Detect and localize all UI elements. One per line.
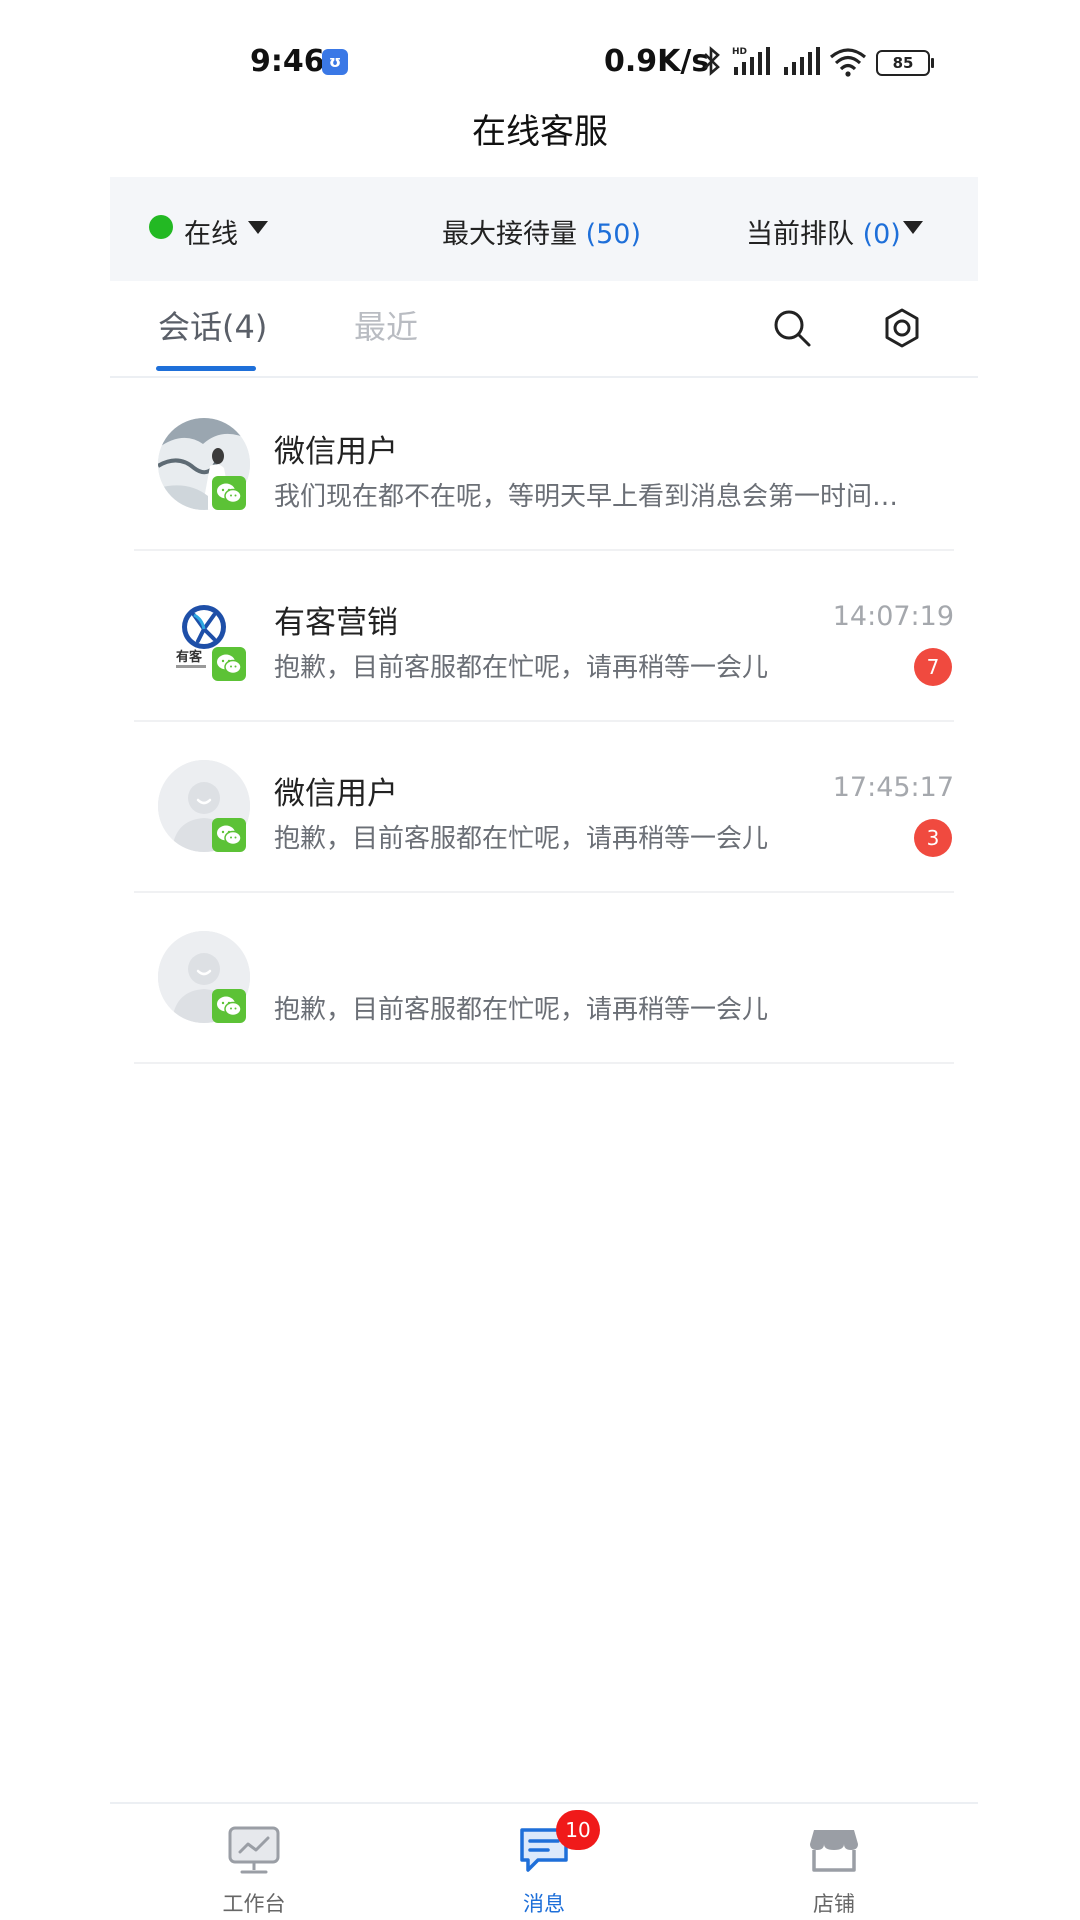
app-notification-icon: ʊ — [322, 49, 348, 75]
conversation-item[interactable]: 微信用户 抱歉，目前客服都在忙呢，请再稍等一会儿 17:45:17 3 — [134, 722, 954, 893]
signal-icon — [784, 47, 820, 75]
wechat-icon — [212, 476, 246, 510]
status-time: 9:46 — [250, 44, 325, 79]
online-status-dot — [149, 215, 173, 239]
network-speed: 0.9K/s — [604, 44, 710, 79]
wechat-icon — [212, 818, 246, 852]
conversation-name: 有客营销 — [274, 605, 398, 641]
monitor-chart-icon — [228, 1826, 280, 1874]
status-icons: HD — [700, 44, 868, 78]
wifi-icon — [829, 48, 867, 77]
active-tab-indicator — [156, 366, 256, 371]
max-receive-value: (50) — [585, 219, 642, 250]
conversation-item[interactable]: 抱歉，目前客服都在忙呢，请再稍等一会儿 — [134, 893, 954, 1064]
wechat-icon — [212, 989, 246, 1023]
tab-recent[interactable]: 最近 — [354, 302, 418, 348]
conversation-name: 微信用户 — [274, 434, 398, 470]
nav-messages-label: 消息 — [523, 1892, 565, 1916]
svg-text:HD: HD — [732, 47, 747, 57]
conversation-list: 微信用户 我们现在都不在呢，等明天早上看到消息会第一时间回复您 有客 有客营销 … — [110, 380, 978, 1064]
nav-workbench[interactable]: 工作台 — [174, 1822, 334, 1918]
search-icon[interactable] — [770, 306, 814, 350]
max-receive-capacity: 最大接待量 (50) — [442, 212, 641, 251]
hd-signal-icon: HD — [732, 47, 770, 75]
settings-icon[interactable] — [880, 306, 924, 350]
conversation-time: 14:07:19 — [832, 601, 954, 632]
wechat-icon — [212, 647, 246, 681]
queue-info: 当前排队 (0) — [746, 212, 901, 251]
service-status-panel: 在线 最大接待量 (50) 当前排队 (0) — [110, 177, 978, 281]
online-status-label: 在线 — [184, 219, 238, 250]
screen: 9:46 ʊ 0.9K/s HD 85 在线客服 在线 最大接待量 (50) 当… — [0, 0, 1080, 1920]
nav-shop[interactable]: 店铺 — [754, 1822, 914, 1918]
conversation-time: 17:45:17 — [832, 772, 954, 803]
messages-count-badge: 10 — [556, 1810, 600, 1850]
conversation-preview: 抱歉，目前客服都在忙呢，请再稍等一会儿 — [274, 653, 769, 683]
battery-icon: 85 — [876, 50, 934, 76]
page-title: 在线客服 — [472, 112, 608, 152]
nav-workbench-label: 工作台 — [222, 1892, 286, 1916]
nav-messages[interactable]: 消息 10 — [464, 1810, 624, 1918]
caret-down-icon — [248, 221, 268, 234]
max-receive-label: 最大接待量 — [442, 219, 577, 250]
conversation-preview: 我们现在都不在呢，等明天早上看到消息会第一时间回复您 — [274, 482, 914, 512]
conversation-item[interactable]: 微信用户 我们现在都不在呢，等明天早上看到消息会第一时间回复您 — [134, 380, 954, 551]
bluetooth-icon — [704, 46, 720, 76]
brand-logo-text: 有客 — [176, 649, 203, 665]
status-bar: 9:46 ʊ 0.9K/s HD 85 — [0, 0, 1080, 110]
conversation-preview: 抱歉，目前客服都在忙呢，请再稍等一会儿 — [274, 824, 769, 854]
nav-shop-label: 店铺 — [813, 1892, 855, 1916]
queue-value: (0) — [862, 219, 901, 250]
conversation-preview: 抱歉，目前客服都在忙呢，请再稍等一会儿 — [274, 995, 769, 1025]
unread-count-badge: 3 — [914, 819, 952, 857]
conversation-name: 微信用户 — [274, 776, 398, 812]
tab-conversations[interactable]: 会话(4) — [158, 302, 267, 348]
shop-icon — [810, 1830, 858, 1872]
conversation-item[interactable]: 有客 有客营销 抱歉，目前客服都在忙呢，请再稍等一会儿 14:07:19 7 — [134, 551, 954, 722]
unread-count-badge: 7 — [914, 648, 952, 686]
bottom-nav: 工作台 消息 10 店铺 — [110, 1802, 978, 1920]
conversation-tabs: 会话(4) 最近 — [110, 282, 978, 378]
queue-label: 当前排队 — [746, 219, 854, 250]
caret-down-icon — [903, 221, 923, 234]
